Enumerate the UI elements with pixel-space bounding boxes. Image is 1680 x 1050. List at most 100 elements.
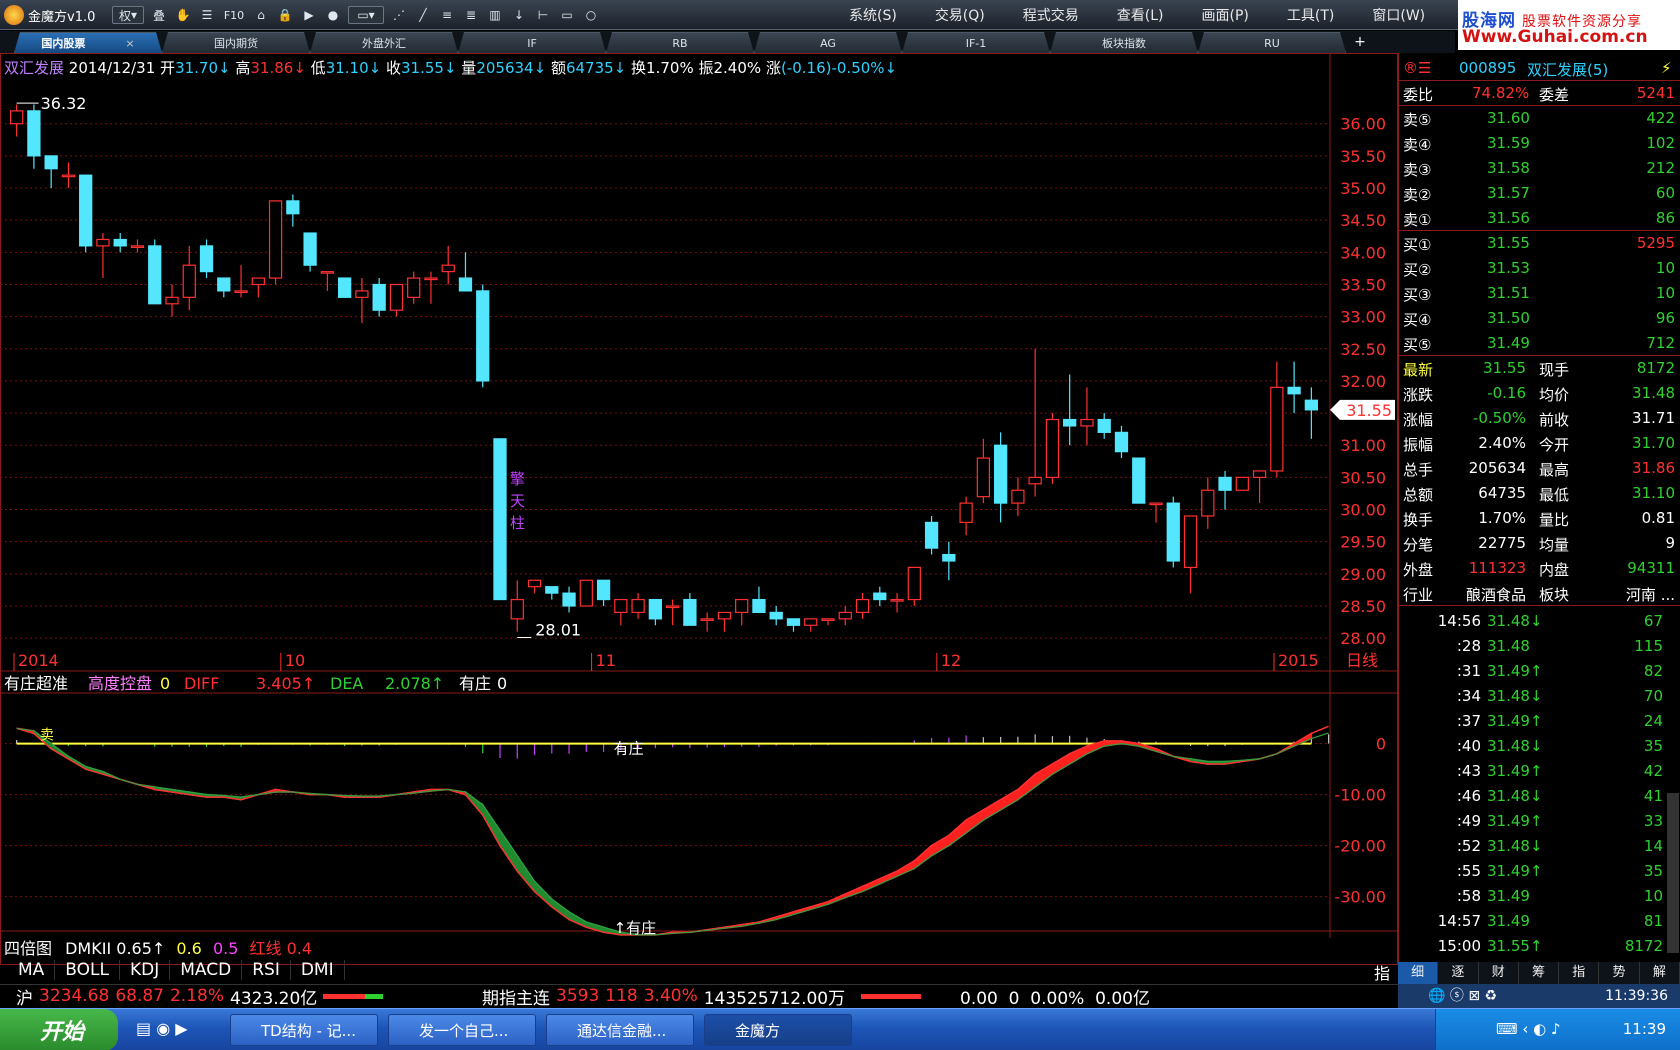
play-icon[interactable]: ▶ bbox=[300, 6, 318, 24]
tick-volume: 8172 bbox=[1624, 937, 1663, 955]
candle-body bbox=[1028, 476, 1042, 485]
tab-ru[interactable]: RU bbox=[1198, 32, 1346, 53]
tab-dmi[interactable]: DMI bbox=[291, 960, 345, 980]
quicklaunch-icons[interactable]: ▤ ◉ ▶ bbox=[136, 1019, 188, 1038]
draw-icon[interactable]: ⋰ bbox=[390, 6, 408, 24]
start-button[interactable]: 开始 bbox=[0, 1009, 118, 1050]
sh-change: 68.87 bbox=[115, 986, 164, 1006]
flash-icon[interactable]: ⚡ bbox=[1661, 59, 1672, 77]
stat-label: 涨跌 bbox=[1403, 386, 1434, 404]
bid-row: 买① 31.55 5295 bbox=[1399, 231, 1680, 256]
candle-body bbox=[924, 521, 939, 549]
menu-view[interactable]: 查看(L) bbox=[1098, 5, 1183, 25]
list-icon[interactable]: ☰ bbox=[198, 6, 216, 24]
close-icon[interactable]: × bbox=[125, 37, 134, 50]
tick-row: :34 31.48↓ 70 bbox=[1399, 684, 1680, 709]
stat-value: 河南 ... bbox=[1625, 586, 1675, 604]
tab-trend[interactable]: 势 bbox=[1599, 962, 1640, 984]
index-toggle[interactable]: 指 bbox=[1374, 960, 1390, 984]
rect-icon[interactable]: ▭ bbox=[558, 6, 576, 24]
menu-tools[interactable]: 工具(T) bbox=[1268, 5, 1353, 25]
taskbar-button-td[interactable]: TD结构 - 记... bbox=[230, 1014, 378, 1046]
candle-body bbox=[493, 438, 507, 601]
tab-kdj[interactable]: KDJ bbox=[120, 960, 171, 980]
candle-body bbox=[389, 283, 404, 311]
indicator-param-value: 3.405↑ bbox=[256, 674, 315, 693]
menu-trade[interactable]: 交易(Q) bbox=[916, 5, 1004, 25]
tab-ma[interactable]: MA bbox=[8, 960, 56, 980]
futures-index[interactable]: 期指主连 3593 118 3.40% 143525712.00万 bbox=[482, 985, 927, 1009]
tab-explain[interactable]: 解 bbox=[1640, 962, 1680, 984]
hand-icon[interactable]: ✋ bbox=[174, 6, 192, 24]
price-tick-label: 35.50 bbox=[1340, 147, 1386, 166]
menu-program-trade[interactable]: 程式交易 bbox=[1004, 5, 1098, 25]
period-dropdown[interactable]: ▭▾ bbox=[348, 6, 384, 24]
tick-volume: 33 bbox=[1643, 812, 1663, 830]
kline-chart[interactable]: 36.00 35.50 35.00 34.50 34.00 33.50 33.00 32.50… bbox=[0, 53, 1398, 938]
price-tick-label: 31.00 bbox=[1340, 436, 1386, 455]
circle-icon[interactable]: ○ bbox=[582, 6, 600, 24]
line-icon[interactable]: ╱ bbox=[414, 6, 432, 24]
sh-index[interactable]: 沪 3234.68 68.87 2.18% 4323.20亿 bbox=[16, 985, 389, 1009]
stat-row: 最新 31.55 现手 8172 bbox=[1399, 356, 1680, 381]
candle-body bbox=[786, 618, 801, 626]
candle-body bbox=[1183, 515, 1198, 569]
candle-body bbox=[96, 238, 110, 247]
menu-screen[interactable]: 画面(P) bbox=[1183, 5, 1268, 25]
candle-body bbox=[199, 245, 214, 273]
taskbar-button-jinmofang[interactable]: 金魔方 bbox=[704, 1014, 852, 1046]
range-icon[interactable]: ⊢ bbox=[534, 6, 552, 24]
date-label: 12 bbox=[941, 651, 961, 670]
stat-label: 量比 bbox=[1539, 511, 1570, 529]
tab-if[interactable]: IF bbox=[458, 32, 606, 53]
candle-body bbox=[838, 611, 852, 620]
tick-scrollbar[interactable] bbox=[1667, 793, 1679, 953]
ask-label: 卖③ bbox=[1403, 161, 1432, 179]
tab-label: 国内股票 bbox=[41, 37, 86, 50]
quote-menu-icon[interactable]: ®☰ bbox=[1403, 59, 1431, 77]
fib-icon[interactable]: ≣ bbox=[462, 6, 480, 24]
tab-finance[interactable]: 财 bbox=[1479, 962, 1519, 984]
hline-icon[interactable]: ≡ bbox=[438, 6, 456, 24]
candle-body bbox=[44, 155, 58, 170]
stat-value: 31.86 bbox=[1632, 459, 1675, 477]
tab-tick[interactable]: 逐 bbox=[1438, 962, 1479, 984]
tab-if-1[interactable]: IF-1 bbox=[902, 32, 1050, 53]
tab-chips[interactable]: 筹 bbox=[1519, 962, 1560, 984]
add-tab-icon[interactable]: + bbox=[1346, 32, 1374, 53]
taskbar-button-post[interactable]: 发一个自己... bbox=[388, 1014, 536, 1046]
price-tick-label: 28.00 bbox=[1340, 629, 1386, 648]
bars-icon[interactable]: ▥ bbox=[486, 6, 504, 24]
tab-domestic-stocks[interactable]: 国内股票 × bbox=[14, 32, 162, 53]
tab-domestic-futures[interactable]: 国内期货 bbox=[162, 32, 310, 53]
rights-dropdown[interactable]: 权 ▾ bbox=[112, 6, 144, 24]
tray-icons[interactable]: ⌨ ‹ ◐ ♪ bbox=[1496, 1020, 1561, 1038]
tab-detail[interactable]: 细 bbox=[1398, 962, 1439, 984]
info-icon[interactable]: ● bbox=[324, 6, 342, 24]
overlay-icon[interactable]: 叠 bbox=[150, 6, 168, 24]
tab-rb[interactable]: RB bbox=[606, 32, 754, 53]
indicator-name: 有庄超准 bbox=[4, 674, 68, 693]
tab-ag[interactable]: AG bbox=[754, 32, 902, 53]
other-index[interactable]: 0.00 0 0.00% 0.00亿 bbox=[960, 985, 1156, 1009]
candle-body bbox=[1080, 418, 1094, 427]
menu-system[interactable]: 系统(S) bbox=[830, 5, 916, 25]
tab-index[interactable]: 指 bbox=[1559, 962, 1600, 984]
stat-row: 振幅 2.40% 今开 31.70 bbox=[1399, 431, 1680, 456]
tab-sector-index[interactable]: 板块指数 bbox=[1050, 32, 1198, 53]
home-icon[interactable]: ⌂ bbox=[252, 6, 270, 24]
menu-window[interactable]: 窗口(W) bbox=[1353, 5, 1444, 25]
network-icon: 🌐 ⓢ ⊠ ♻ bbox=[1428, 988, 1498, 1004]
toolbar: 权 ▾ 叠 ✋ ☰ F10 ⌂ 🔒 ▶ ● ▭▾ ⋰ ╱ ≡ ≣ ▥ ↓ ⊢ ▭ … bbox=[112, 3, 600, 27]
ask-volume: 86 bbox=[1655, 209, 1675, 227]
f10-button[interactable]: F10 bbox=[222, 6, 246, 24]
arrow-icon[interactable]: ↓ bbox=[510, 6, 528, 24]
tab-rsi[interactable]: RSI bbox=[242, 960, 291, 980]
tab-boll[interactable]: BOLL bbox=[55, 960, 120, 980]
tab-macd[interactable]: MACD bbox=[170, 960, 243, 980]
taskbar-button-tdx[interactable]: 通达信金融... bbox=[546, 1014, 694, 1046]
tab-forex[interactable]: 外盘外汇 bbox=[310, 32, 458, 53]
tick-price: 31.55↑ bbox=[1487, 937, 1543, 955]
candle-body bbox=[217, 277, 231, 292]
lock-icon[interactable]: 🔒 bbox=[276, 6, 294, 24]
